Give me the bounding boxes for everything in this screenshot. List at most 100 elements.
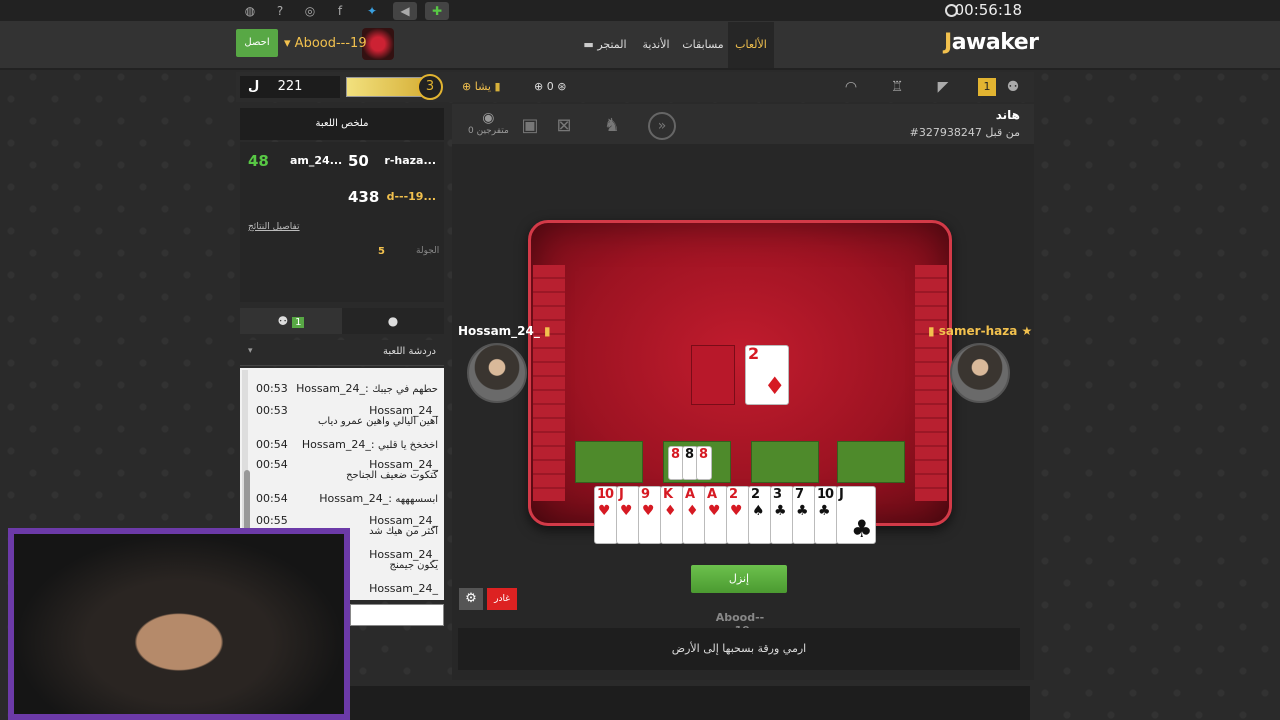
- score-name: d---19...: [386, 190, 436, 203]
- user-toolbar: 221 ل 3 ⊕ يشا ▮ ⊕ 0 ⊛ ◠ ♖ ◤ 1 ⚉: [236, 72, 1034, 102]
- level-badge: 3: [417, 74, 443, 100]
- hand-card[interactable]: J ♥: [616, 486, 640, 544]
- chat-message: 00:54 Hossam_24_: ابسسهههه: [256, 492, 438, 505]
- meld-slot[interactable]: 8 8 8: [663, 441, 731, 483]
- dragon-icon[interactable]: ♞: [598, 112, 626, 140]
- eye-icon: ◉: [482, 110, 495, 126]
- score-value: 48: [248, 152, 269, 170]
- nav-clubs[interactable]: الأندية: [636, 22, 676, 68]
- get-button[interactable]: احصل: [236, 29, 278, 57]
- results-details-link[interactable]: تفاصيل النتائج: [248, 222, 300, 232]
- game-id: #327938247 من قبل: [909, 126, 1020, 139]
- exit-door-icon[interactable]: ⊠: [550, 112, 578, 140]
- fast-forward-icon[interactable]: »: [648, 112, 676, 140]
- player-name-right: ▮ samer-haza ★: [928, 324, 1033, 338]
- status-icon: ▮: [539, 324, 551, 338]
- hand-card[interactable]: A ♦: [682, 486, 706, 544]
- chat-message: 00:53 Hossam_24_ اهين اليالي واهين عمرو …: [256, 404, 438, 427]
- instagram-icon[interactable]: ◎: [298, 2, 322, 20]
- chat-input[interactable]: [350, 604, 444, 626]
- score-value: 438: [348, 188, 380, 206]
- globe-icon[interactable]: ◍: [238, 2, 262, 20]
- hand-card[interactable]: 9 ♥: [638, 486, 662, 544]
- chip-icon: ⊛: [553, 80, 567, 93]
- chat-message: 00:54 Hossam_24_: اخخخخ يا قلبي: [256, 438, 438, 451]
- webcam-feed: [14, 534, 344, 714]
- trophy-icon[interactable]: ♖: [884, 75, 910, 99]
- game-toolbar: ◉ 0 متفرجين ▣ ⊠ ♞ » هاند #327938247 من قب…: [452, 104, 1034, 144]
- hand-card[interactable]: J ♣: [836, 486, 876, 544]
- nav-store[interactable]: ▬ المتجر: [580, 22, 630, 68]
- gold-icon: ▮: [928, 324, 939, 338]
- coin-icon: ل: [248, 79, 260, 94]
- score-value: 50: [348, 152, 369, 170]
- spectators[interactable]: ◉ 0 متفرجين: [468, 110, 509, 136]
- leave-button[interactable]: غادر: [487, 588, 517, 610]
- coins-display: 221 ل: [240, 76, 340, 98]
- chevron-down-icon: ▾: [284, 36, 295, 51]
- settings-gear-icon[interactable]: ⚙: [459, 588, 483, 610]
- hand-card[interactable]: 7 ♣: [792, 486, 816, 544]
- drop-meld-button[interactable]: إنزل: [691, 565, 787, 593]
- card-table: 2 ♦ 8 8 8: [528, 220, 952, 526]
- rss-icon[interactable]: ◠: [838, 75, 864, 99]
- hand-card[interactable]: 3 ♣: [770, 486, 794, 544]
- chips-display[interactable]: ⊕ 0 ⊛: [534, 77, 566, 97]
- meld-card: 8: [696, 446, 712, 480]
- hint-bar: ارمي ورقة بسحبها إلى الأرض: [458, 628, 1020, 670]
- footer: [350, 686, 1030, 720]
- plus-icon: ⊕: [462, 80, 475, 93]
- round-label: الجولة: [416, 246, 440, 256]
- game-summary-title: ملخص اللعبة: [240, 108, 444, 140]
- lock-icon[interactable]: ▣: [516, 112, 544, 140]
- round-value: 5: [378, 246, 385, 257]
- hand-card[interactable]: A ♥: [704, 486, 728, 544]
- notification-badge[interactable]: 1: [978, 78, 996, 96]
- chat-message: 00:53 Hossam_24_: حطهم في جيبك: [256, 382, 438, 395]
- chat-icon: ●: [387, 314, 399, 328]
- gold-store[interactable]: ⊕ يشا ▮: [462, 77, 501, 97]
- score-board: r-haza... 50 am_24... 48 d---19... 438 ت…: [240, 142, 444, 302]
- hand-card[interactable]: K ♦: [660, 486, 684, 544]
- clock: 00:56:18: [954, 1, 1022, 19]
- cart-icon: ▬: [583, 38, 598, 51]
- meld-slot[interactable]: [575, 441, 643, 483]
- nav-competitions[interactable]: مسابقات: [682, 22, 724, 68]
- table-rail-left: [533, 265, 565, 501]
- score-name: am_24...: [290, 154, 343, 167]
- facebook-icon[interactable]: f: [328, 2, 352, 20]
- friends-icon[interactable]: ⚉: [1000, 75, 1026, 99]
- top-strip: ◍ ? ◎ f ✦ ◀ ✚ 00:56:18: [0, 0, 1280, 22]
- gold-icon: ▮: [490, 80, 501, 93]
- player-avatar-left[interactable]: [467, 343, 527, 403]
- sound-icon[interactable]: ◀: [393, 2, 417, 20]
- username[interactable]: ▾ Abood---19: [284, 36, 367, 51]
- xp-bar: [346, 77, 426, 97]
- webcam-overlay: [8, 528, 350, 720]
- help-icon[interactable]: ?: [268, 2, 292, 20]
- draw-pile[interactable]: [691, 345, 735, 405]
- tab-chat[interactable]: ●: [342, 308, 444, 334]
- side-tabs: ⚉ 1 ●: [240, 308, 444, 334]
- chat-message: 00:54 Hossam_24_ كتكوت ضعيف الجناحح: [256, 458, 438, 481]
- star-icon: ★: [1017, 324, 1033, 338]
- discard-card[interactable]: 2 ♦: [745, 345, 789, 405]
- hand-card[interactable]: 2 ♠: [748, 486, 772, 544]
- user-avatar[interactable]: [362, 28, 394, 60]
- game-title: هاند: [995, 108, 1020, 122]
- friends-icon: ⚉: [277, 314, 293, 328]
- jawaker-logo[interactable]: Jawaker: [944, 30, 1039, 55]
- controller-icon[interactable]: ✚: [425, 2, 449, 20]
- hand-card[interactable]: 2 ♥: [726, 486, 750, 544]
- hand-card[interactable]: 10 ♣: [814, 486, 838, 544]
- score-name: r-haza...: [384, 154, 436, 167]
- hand-card[interactable]: 10 ♥: [594, 486, 618, 544]
- megaphone-icon[interactable]: ◤: [930, 75, 956, 99]
- player-avatar-right[interactable]: [950, 343, 1010, 403]
- nav-games[interactable]: الألعاب: [728, 22, 774, 68]
- chat-header[interactable]: ▾ دردشة اللعبة: [240, 340, 444, 366]
- meld-slot[interactable]: [837, 441, 905, 483]
- twitter-icon[interactable]: ✦: [360, 2, 384, 20]
- tab-players[interactable]: ⚉ 1: [240, 308, 342, 334]
- meld-slot[interactable]: [751, 441, 819, 483]
